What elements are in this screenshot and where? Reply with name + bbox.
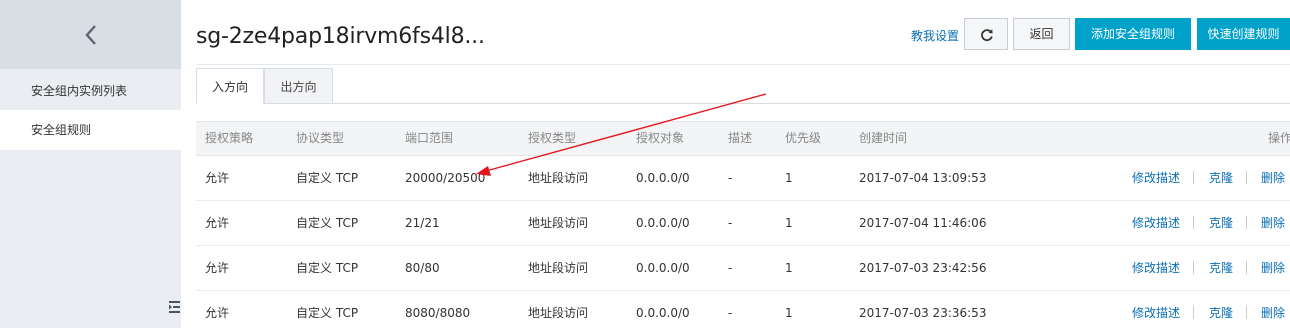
cell-auth-object: 0.0.0.0/0: [636, 216, 690, 230]
clone-link[interactable]: 克隆: [1209, 291, 1233, 328]
cell-priority: 1: [785, 216, 793, 230]
quick-create-rule-button[interactable]: 快速创建规则: [1197, 18, 1290, 50]
cell-port-range: 80/80: [405, 261, 440, 275]
table-row: 允许 自定义 TCP 20000/20500 地址段访问 0.0.0.0/0 -…: [196, 156, 1290, 201]
refresh-button[interactable]: [964, 18, 1008, 50]
column-header-created-time: 创建时间: [859, 131, 908, 145]
cell-port-range: 21/21: [405, 216, 440, 230]
table-row: 允许 自定义 TCP 8080/8080 地址段访问 0.0.0.0/0 - 1…: [196, 291, 1290, 328]
sidebar-item-security-group-rules[interactable]: 安全组规则: [0, 110, 181, 150]
refresh-icon: [981, 29, 993, 41]
edit-description-link[interactable]: 修改描述: [1132, 246, 1180, 290]
cell-priority: 1: [785, 261, 793, 275]
column-header-auth-type: 授权类型: [528, 131, 577, 145]
sidebar-item-instance-list[interactable]: 安全组内实例列表: [0, 71, 181, 111]
cell-auth-type: 地址段访问: [528, 171, 589, 185]
clone-link[interactable]: 克隆: [1209, 156, 1233, 200]
cell-priority: 1: [785, 171, 793, 185]
cell-auth-object: 0.0.0.0/0: [636, 171, 690, 185]
column-header-policy: 授权策略: [205, 131, 254, 145]
table-row: 允许 自定义 TCP 80/80 地址段访问 0.0.0.0/0 - 1 201…: [196, 246, 1290, 291]
cell-auth-type: 地址段访问: [528, 261, 589, 275]
delete-link[interactable]: 删除: [1261, 291, 1285, 328]
cell-auth-type: 地址段访问: [528, 306, 589, 320]
edit-description-link[interactable]: 修改描述: [1132, 201, 1180, 245]
action-separator: [1246, 216, 1247, 229]
column-header-port-range: 端口范围: [405, 131, 454, 145]
tab-inbound[interactable]: 入方向: [196, 68, 264, 104]
column-header-priority: 优先级: [785, 131, 822, 145]
cell-created-time: 2017-07-04 13:09:53: [859, 171, 987, 185]
cell-protocol: 自定义 TCP: [296, 216, 359, 230]
cell-protocol: 自定义 TCP: [296, 306, 359, 320]
action-separator: [1246, 261, 1247, 274]
tab-outbound[interactable]: 出方向: [264, 68, 333, 104]
cell-policy: 允许: [205, 171, 230, 185]
action-separator: [1193, 216, 1194, 229]
column-header-description: 描述: [728, 131, 753, 145]
cell-created-time: 2017-07-04 11:46:06: [859, 216, 987, 230]
action-separator: [1193, 306, 1194, 319]
cell-policy: 允许: [205, 306, 230, 320]
header-divider: [196, 64, 1290, 65]
cell-description: -: [728, 261, 733, 275]
cell-protocol: 自定义 TCP: [296, 171, 359, 185]
cell-auth-object: 0.0.0.0/0: [636, 261, 690, 275]
cell-description: -: [728, 216, 733, 230]
cell-created-time: 2017-07-03 23:36:53: [859, 306, 987, 320]
action-separator: [1193, 171, 1194, 184]
cell-priority: 1: [785, 306, 793, 320]
cell-policy: 允许: [205, 261, 230, 275]
cell-description: -: [728, 306, 733, 320]
table-row: 允许 自定义 TCP 21/21 地址段访问 0.0.0.0/0 - 1 201…: [196, 201, 1290, 246]
column-header-actions: 操作: [1268, 131, 1290, 145]
edit-description-link[interactable]: 修改描述: [1132, 156, 1180, 200]
delete-link[interactable]: 删除: [1261, 201, 1285, 245]
column-header-protocol: 协议类型: [296, 131, 345, 145]
column-header-auth-object: 授权对象: [636, 131, 685, 145]
help-link[interactable]: 教我设置: [911, 27, 959, 44]
tabs-divider: [196, 103, 1290, 104]
add-security-group-rule-button[interactable]: 添加安全组规则: [1075, 18, 1191, 50]
back-button[interactable]: 返回: [1013, 18, 1070, 50]
action-separator: [1193, 261, 1194, 274]
cell-description: -: [728, 171, 733, 185]
action-separator: [1246, 171, 1247, 184]
cell-port-range: 20000/20500: [405, 171, 486, 185]
edit-description-link[interactable]: 修改描述: [1132, 291, 1180, 328]
delete-link[interactable]: 删除: [1261, 246, 1285, 290]
sidebar-back-button[interactable]: [0, 0, 181, 69]
cell-policy: 允许: [205, 216, 230, 230]
clone-link[interactable]: 克隆: [1209, 246, 1233, 290]
page-title: sg-2ze4pap18irvm6fs4l8...: [196, 24, 485, 49]
sidebar: 安全组内实例列表 安全组规则: [0, 0, 181, 328]
cell-auth-type: 地址段访问: [528, 216, 589, 230]
chevron-left-icon: [85, 25, 96, 45]
action-separator: [1246, 306, 1247, 319]
cell-protocol: 自定义 TCP: [296, 261, 359, 275]
list-collapse-icon[interactable]: [169, 300, 181, 314]
cell-auth-object: 0.0.0.0/0: [636, 306, 690, 320]
cell-created-time: 2017-07-03 23:42:56: [859, 261, 987, 275]
cell-port-range: 8080/8080: [405, 306, 471, 320]
clone-link[interactable]: 克隆: [1209, 201, 1233, 245]
delete-link[interactable]: 删除: [1261, 156, 1285, 200]
table-header: 授权策略 协议类型 端口范围 授权类型 授权对象 描述 优先级 创建时间 操作: [196, 121, 1290, 156]
